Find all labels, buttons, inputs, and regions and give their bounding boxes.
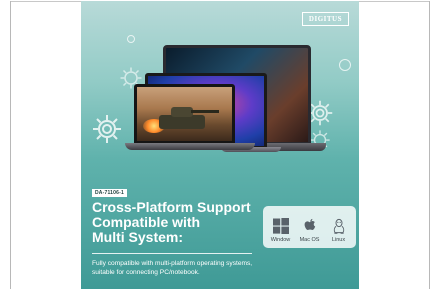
tank-illustration — [159, 115, 205, 129]
os-label: Mac OS — [299, 237, 320, 243]
model-number-tag: DA-71106-1 — [92, 189, 127, 197]
os-label: Window — [270, 237, 291, 243]
description-line: suitable for connecting PC/notebook. — [92, 269, 200, 276]
os-item-linux: Linux — [325, 218, 353, 243]
laptop-front-screen — [134, 84, 235, 144]
windows-icon — [272, 218, 289, 234]
os-item-windows: Window — [267, 218, 295, 243]
decorative-ring — [127, 35, 135, 43]
frame-left-rule — [10, 1, 11, 289]
description-line: Fully compatible with multi-platform ope… — [92, 260, 253, 267]
decorative-ring — [339, 59, 351, 71]
linux-icon — [333, 218, 344, 234]
apple-icon — [304, 218, 315, 230]
os-label: Linux — [331, 237, 346, 243]
headline-line: Multi System: — [92, 229, 184, 245]
laptop-front-base — [125, 143, 255, 150]
os-item-macos: Mac OS — [296, 218, 324, 243]
description-text: Fully compatible with multi-platform ope… — [92, 259, 352, 277]
product-banner: DIGITUS DA-71106-1 Cross-Platform Suppor… — [81, 1, 359, 289]
headline-line: Compatible with — [92, 214, 201, 230]
frame-right-rule — [429, 1, 430, 289]
headline-line: Cross-Platform Support — [92, 199, 251, 215]
headline: Cross-Platform Support Compatible with M… — [92, 200, 252, 245]
brand-logo: DIGITUS — [301, 12, 349, 26]
section-divider — [92, 253, 252, 254]
os-support-panel: Window Mac OS Linux — [263, 206, 356, 248]
gear-icon — [93, 115, 121, 143]
